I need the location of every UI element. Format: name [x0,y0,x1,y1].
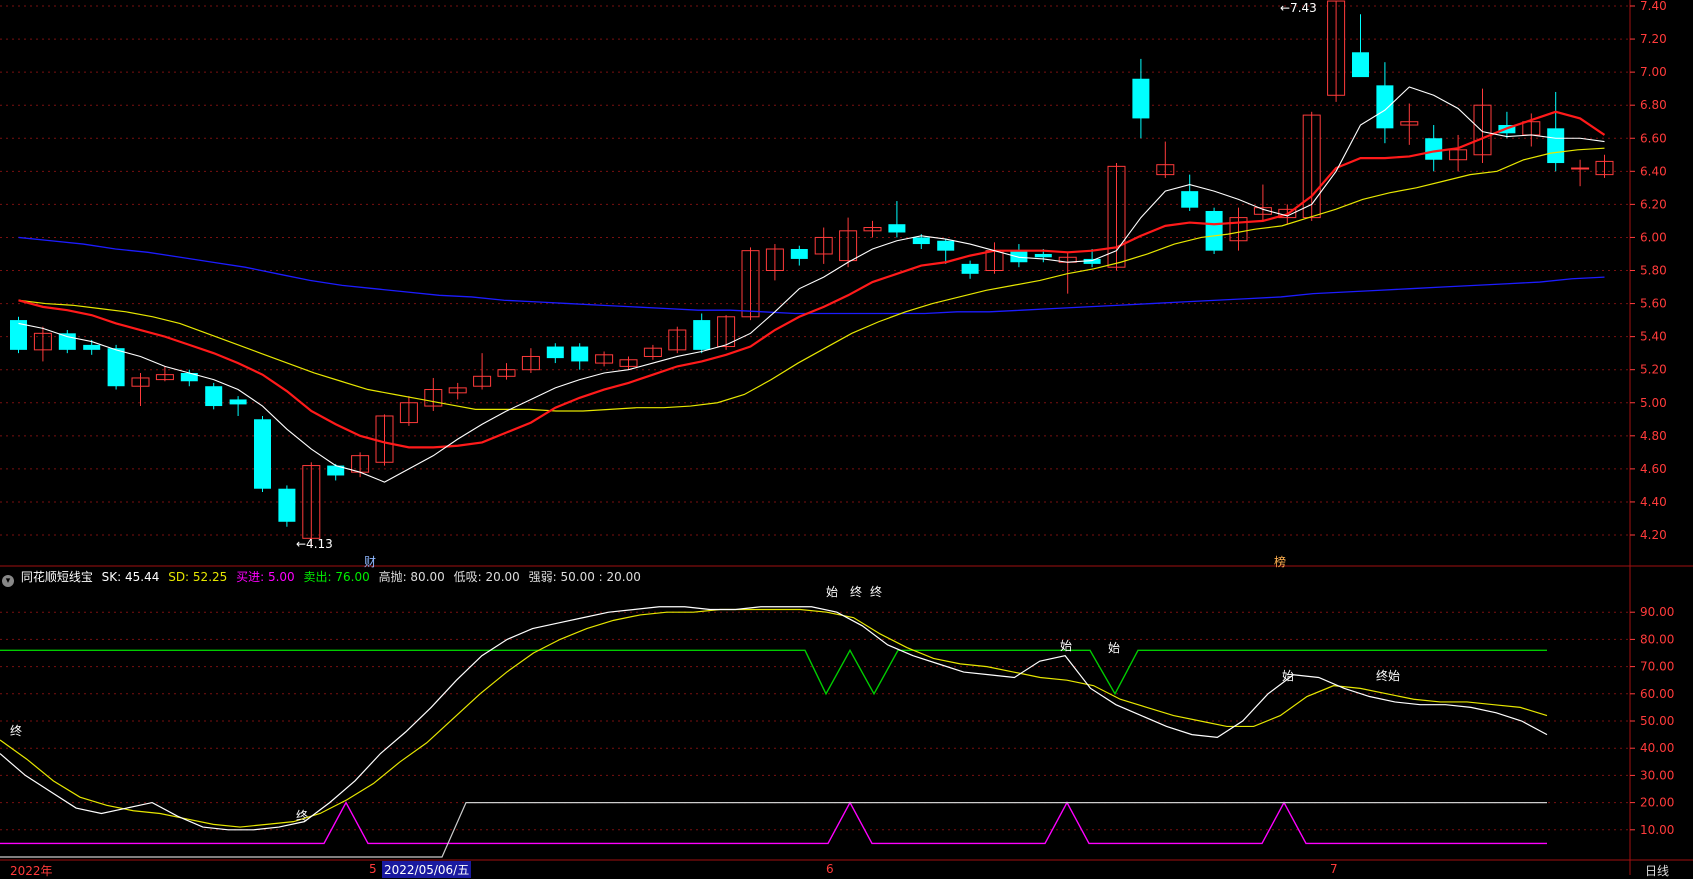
signal-label: 终 [850,584,862,599]
sd-line [0,608,1548,828]
candle-down [937,240,955,251]
axis-date-box: 2022/05/06/五 [382,861,472,878]
candle-down [107,348,125,387]
candle-down [205,386,223,407]
indicator-legend: ▾ 同花顺短线宝 SK: 45.44 SD: 52.25 买进: 5.00 卖出… [0,567,646,587]
candle-down [1547,128,1565,164]
indicator-tick-label: 70.00 [1640,660,1674,674]
price-tick-label: 4.80 [1640,429,1667,443]
candle-down [693,320,711,350]
low-price-label: ←4.13 [296,537,333,551]
strength-value: 强弱: 50.00 : 20.00 [528,570,641,584]
price-tick-label: 7.40 [1640,0,1667,13]
price-tick-label: 5.20 [1640,363,1667,377]
price-tick-label: 6.60 [1640,131,1667,145]
sk-line [0,606,1548,831]
candle-down [83,344,101,350]
price-tick-label: 5.80 [1640,264,1667,278]
price-tick-label: 5.40 [1640,330,1667,344]
price-tick-label: 6.20 [1640,197,1667,211]
candle-down [278,488,296,522]
price-tick-label: 7.20 [1640,32,1667,46]
price-tick-label: 4.60 [1640,462,1667,476]
axis-month-7: 7 [1330,862,1338,876]
signal-label: 终 [296,808,308,823]
sk-value: SK: 45.44 [101,570,160,584]
candle-down [912,237,930,245]
candle-down [58,333,76,350]
axis-month-6: 6 [826,862,834,876]
candle-down [790,249,808,259]
signal-label: 始 [826,585,838,599]
axis-month-5: 5 [369,862,377,876]
signal-label: 始 [1388,669,1400,683]
sd-value: SD: 52.25 [168,570,228,584]
price-tick-label: 7.00 [1640,65,1667,79]
low-value: 低吸: 20.00 [453,570,520,584]
candle-down [1376,85,1394,129]
price-tick-label: 4.40 [1640,495,1667,509]
candle-down [229,399,247,405]
price-tick-label: 4.20 [1640,528,1667,542]
ma-blue-line [18,236,1605,315]
indicator-tick-label: 90.00 [1640,605,1674,619]
signal-label: 终 [1376,668,1388,683]
candle-down [546,346,564,359]
candle-down [1425,138,1443,160]
axis-year-label: 2022年 [10,864,53,878]
candle-down [571,346,589,362]
candle-down [1205,210,1223,251]
indicator-tick-label: 30.00 [1640,768,1674,782]
buy-value: 买进: 5.00 [236,570,295,584]
candle-down [888,224,906,233]
candle-down [1010,250,1028,263]
buy-line [0,801,1547,845]
candle-down [1034,253,1052,258]
ma-red-line [18,110,1606,449]
indicator-name: 同花顺短线宝 [20,570,93,584]
sell-line [0,648,1547,696]
candle-up [1571,167,1590,170]
signal-label: 始 [1282,669,1294,683]
candle-down [254,419,271,489]
price-tick-label: 6.00 [1640,230,1667,244]
candle-down [1132,78,1150,119]
signal-label: 终 [870,584,882,599]
signal-label: 始 [1108,641,1120,655]
indicator-tick-label: 50.00 [1640,714,1674,728]
price-tick-label: 5.60 [1640,297,1667,311]
high-price-label: ←7.43 [1280,1,1317,15]
high-value: 高抛: 80.00 [378,570,445,584]
candle-down [1181,191,1199,208]
marker-cai: 财 [364,555,377,569]
stock-chart: 7.40 7.20 7.00 6.80 6.60 6.40 6.20 6.00 5.80 5.60… [0,0,1693,875]
marker-bang: 榜 [1274,555,1287,569]
indicator-tick-label: 80.00 [1640,632,1674,646]
candle-down [961,263,979,274]
price-tick-label: 6.80 [1640,98,1667,112]
indicator-tick-label: 10.00 [1640,823,1674,837]
price-tick-label: 5.00 [1640,396,1667,410]
indicator-tick-label: 40.00 [1640,741,1674,755]
price-tick-label: 6.40 [1640,164,1667,178]
signal-label: 终 [10,723,22,738]
sell-value: 卖出: 76.00 [303,570,370,584]
indicator-tick-label: 20.00 [1640,796,1674,810]
signal-label: 始 [1060,639,1072,653]
day-line-button[interactable]: 日线 [1645,862,1669,879]
indicator-tick-label: 60.00 [1640,687,1674,701]
candle-down [1352,52,1369,78]
indicator-menu-icon[interactable]: ▾ [2,575,14,587]
